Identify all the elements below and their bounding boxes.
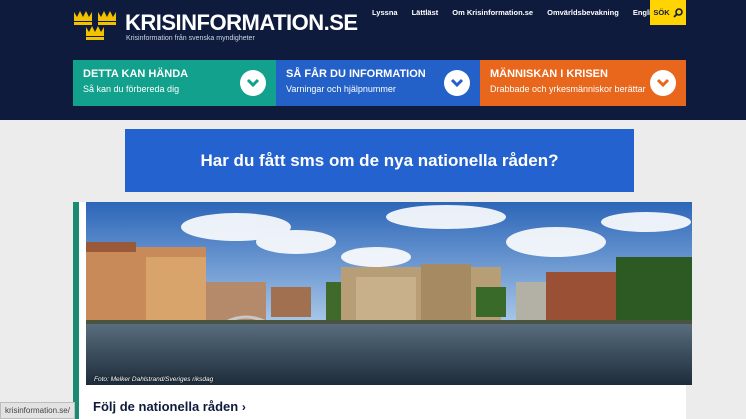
headline-text: Följ de nationella råden (93, 399, 239, 414)
three-crowns-logo[interactable] (72, 8, 120, 44)
status-bar-url: krisinformation.se/ (0, 402, 75, 419)
photo-credit: Foto: Melker Dahlstrand/Sveriges riksdag (94, 376, 214, 383)
search-button[interactable]: SÖK (650, 0, 686, 25)
article-card[interactable]: Foto: Melker Dahlstrand/Sveriges riksdag… (73, 202, 692, 419)
chevron-down-icon[interactable] (240, 70, 266, 96)
chevron-down-icon[interactable] (650, 70, 676, 96)
riksdag-photo[interactable]: Foto: Melker Dahlstrand/Sveriges riksdag (86, 202, 692, 385)
top-nav: Lyssna Lättläst Om Krisinformation.se Om… (365, 0, 667, 25)
chevron-down-icon[interactable] (444, 70, 470, 96)
search-icon (672, 7, 683, 18)
site-name[interactable]: KRISINFORMATION.SE (125, 10, 358, 36)
site-tagline: Krisinformation från svenska myndigheter (126, 35, 255, 42)
sms-banner[interactable]: Har du fått sms om de nya nationella råd… (125, 129, 634, 192)
tile-detta-kan-handa[interactable]: DETTA KAN HÄNDA Så kan du förbereda dig (73, 60, 276, 106)
tile-manniskan-i-krisen[interactable]: MÄNNISKAN I KRISEN Drabbade och yrkesmän… (480, 60, 686, 106)
site-header: KRISINFORMATION.SE Krisinformation från … (0, 0, 746, 120)
nav-lattlast[interactable]: Lättläst (405, 0, 446, 25)
article-headline[interactable]: Följ de nationella råden › (93, 399, 246, 414)
chevron-right-icon: › (241, 400, 246, 414)
nav-lyssna[interactable]: Lyssna (365, 0, 405, 25)
nav-om[interactable]: Om Krisinformation.se (445, 0, 540, 25)
tile-sa-far-du-information[interactable]: SÅ FÅR DU INFORMATION Varningar och hjäl… (276, 60, 480, 106)
nav-omvarldsbevakning[interactable]: Omvärldsbevakning (540, 0, 626, 25)
topic-tiles: DETTA KAN HÄNDA Så kan du förbereda dig … (73, 60, 686, 106)
search-label: SÖK (653, 8, 670, 17)
